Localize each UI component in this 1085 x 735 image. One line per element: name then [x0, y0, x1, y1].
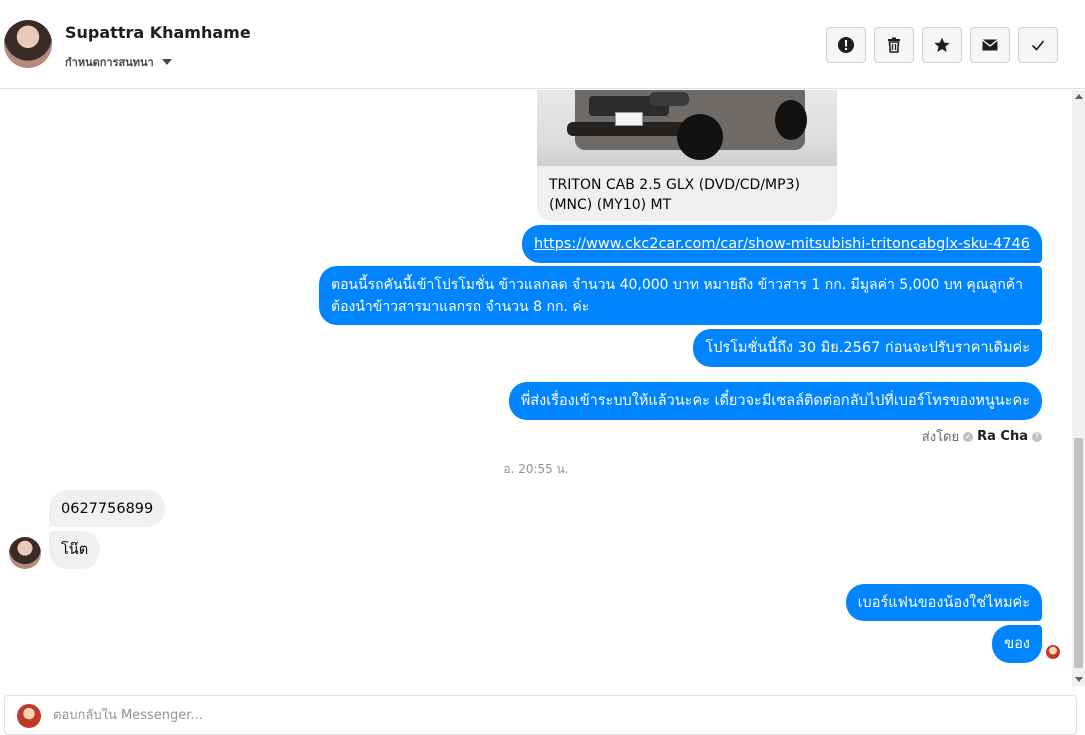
scroll-down-arrow-icon[interactable]	[1075, 677, 1083, 682]
help-icon[interactable]: ?	[1032, 431, 1042, 442]
incoming-message-phone: 0627756899	[49, 490, 166, 527]
page-avatar	[17, 704, 41, 728]
followup-message: พี่ส่งเรื่องเข้าระบบให้แล้วนะคะ เดี๋ยวจะ…	[508, 382, 1042, 420]
conversation-header: Supattra Khamhame กำหนดการสนทนา	[0, 0, 1085, 89]
report-button[interactable]	[826, 27, 866, 63]
check-icon	[1031, 40, 1045, 51]
incoming-message-name: โน๊ต	[49, 531, 101, 569]
link-message[interactable]: https://www.ckc2car.com/car/show-mitsubi…	[522, 225, 1042, 263]
alert-icon	[838, 37, 854, 53]
sent-by-label: ส่งโดย	[921, 430, 960, 445]
scroll-up-arrow-icon[interactable]	[1075, 94, 1083, 99]
contact-avatar-small[interactable]	[9, 537, 41, 569]
star-icon	[934, 37, 950, 52]
delete-button[interactable]	[874, 27, 914, 63]
contact-name[interactable]: Supattra Khamhame	[65, 23, 251, 42]
mark-done-button[interactable]	[1018, 27, 1058, 63]
verified-icon: ✓	[963, 431, 974, 442]
caret-down-icon	[161, 59, 172, 65]
contact-avatar[interactable]	[4, 20, 52, 68]
promo-message: ตอนนี้รถคันนี้เข้าโปรโมชั่น ข้าวแลกลด จำ…	[319, 266, 1042, 325]
sent-by-name[interactable]: Ra Cha	[977, 429, 1028, 444]
star-button[interactable]	[922, 27, 962, 63]
conversation-toolbar	[826, 27, 1058, 63]
message-timestamp: อ. 20:55 น.	[503, 462, 569, 476]
seen-indicator-avatar	[1046, 645, 1060, 659]
sent-by-info: ส่งโดย ✓ Ra Cha ?	[922, 426, 1042, 447]
mail-icon	[982, 39, 998, 51]
conversation-settings-label: กำหนดการสนทนา	[65, 56, 154, 69]
scroll-thumb[interactable]	[1074, 438, 1083, 668]
outgoing-reply: ของ	[992, 625, 1042, 663]
outgoing-question: เบอร์แฟนของน้องใช่ไหมค่ะ	[845, 584, 1042, 621]
trash-icon	[888, 37, 900, 53]
thread-scrollbar[interactable]	[1072, 90, 1085, 686]
conversation-settings-dropdown[interactable]: กำหนดการสนทนา	[65, 53, 172, 71]
reply-composer	[4, 695, 1077, 735]
link-preview-card[interactable]: TRITON CAB 2.5 GLX (DVD/CD/MP3) (MNC) (M…	[537, 90, 837, 221]
promo-end-message: โปรโมชั่นนี้ถึง 30 มิย.2567 ก่อนจะปรับรา…	[693, 329, 1042, 367]
car-thumbnail	[537, 90, 837, 166]
message-thread: TRITON CAB 2.5 GLX (DVD/CD/MP3) (MNC) (M…	[0, 90, 1072, 690]
link-preview-title: TRITON CAB 2.5 GLX (DVD/CD/MP3) (MNC) (M…	[549, 177, 800, 213]
reply-input[interactable]	[53, 708, 953, 723]
mark-unread-button[interactable]	[970, 27, 1010, 63]
